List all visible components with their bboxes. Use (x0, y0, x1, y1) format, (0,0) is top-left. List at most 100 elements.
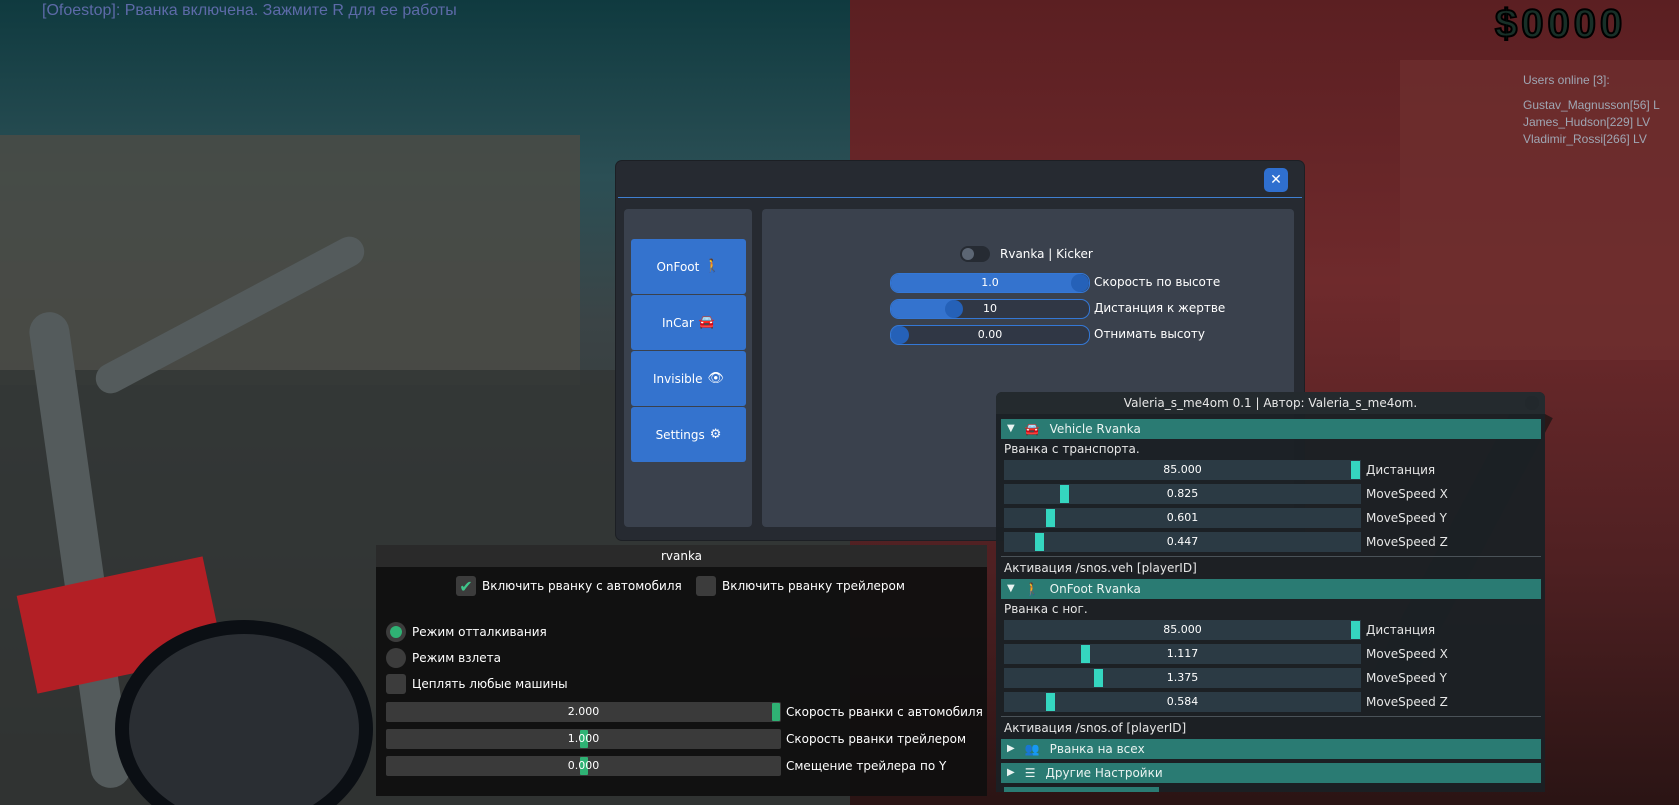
height-speed-slider[interactable]: 1.0 (890, 273, 1090, 293)
section-label: Другие Настройки (1045, 766, 1163, 780)
nav-incar-label: InCar (662, 315, 694, 330)
section-label: Рванка на всех (1049, 742, 1145, 756)
kicker-toggle-row: Rvanka | Kicker (960, 246, 1093, 262)
slider-label: Скорость рванки с автомобиля (786, 705, 983, 719)
users-online-title: Users online [3]: (1523, 73, 1610, 87)
users-online-list: Users online [3]: Gustav_Magnusson[56] L… (1523, 72, 1660, 148)
slider-label: MoveSpeed Z (1366, 535, 1448, 549)
slider-value: 0.584 (1166, 695, 1199, 708)
slider-value: 0.447 (1166, 535, 1199, 548)
vehicle-movespeed-z-slider[interactable]: 0.447 (1004, 532, 1361, 552)
onfoot-distance-slider[interactable]: 85.000 (1004, 620, 1361, 640)
walking-person-icon: 🚶 (1024, 582, 1040, 596)
slider-label: MoveSpeed X (1366, 647, 1448, 661)
takeoff-mode-radio-row[interactable]: Режим взлета (386, 648, 501, 668)
slider-value: 1.117 (1166, 647, 1199, 660)
slider-label: MoveSpeed Y (1366, 511, 1447, 525)
nav-settings-button[interactable]: Settings ⚙ (631, 407, 746, 462)
valeria-window: Valeria_s_me4om 0.1 | Автор: Valeria_s_m… (996, 392, 1545, 792)
rvanka-all-header[interactable]: ▶ 👥 Рванка на всех (1001, 739, 1541, 759)
slider-value: 1.000 (567, 732, 600, 745)
expanded-arrow-icon: ▼ (1007, 583, 1015, 594)
victim-distance-slider[interactable]: 10 (890, 299, 1090, 319)
slider-value: 2.000 (567, 705, 600, 718)
trailer-offset-y-slider[interactable]: 0.000 (386, 756, 781, 776)
valeria-title: Valeria_s_me4om 0.1 | Автор: Valeria_s_m… (996, 392, 1545, 414)
title-divider (618, 197, 1302, 198)
nav-panel: OnFoot 🚶 InCar 🚘 Invisible 👁 Settings ⚙ (624, 209, 752, 527)
nav-onfoot-label: OnFoot (656, 259, 700, 274)
user-entry: Gustav_Magnusson[56] L (1523, 98, 1660, 112)
kicker-toggle-label: Rvanka | Kicker (1000, 247, 1093, 261)
vehicle-movespeed-x-slider[interactable]: 0.825 (1004, 484, 1361, 504)
nav-invisible-button[interactable]: Invisible 👁 (631, 351, 746, 406)
section-label: OnFoot Rvanka (1049, 582, 1141, 596)
trailer-rvanka-speed-slider[interactable]: 1.000 (386, 729, 781, 749)
slider-label: Отнимать высоту (1094, 327, 1205, 341)
radio-label: Режим взлета (412, 651, 501, 665)
slider-value: 0.00 (977, 328, 1003, 341)
section-subtitle: Рванка с транспорта. (1004, 442, 1140, 456)
toggle-knob (962, 248, 974, 260)
push-mode-radio-row[interactable]: Режим отталкивания (386, 622, 547, 642)
other-settings-header[interactable]: ▶ ☰ Другие Настройки (1001, 763, 1541, 783)
close-button[interactable]: ✕ (1264, 168, 1288, 192)
onfoot-movespeed-x-slider[interactable]: 1.117 (1004, 644, 1361, 664)
any-cars-checkbox-row[interactable]: Цеплять любые машины (386, 674, 568, 694)
slider-value: 85.000 (1163, 623, 1202, 636)
slider-value: 0.000 (567, 759, 600, 772)
onfoot-rvanka-header[interactable]: ▼ 🚶 OnFoot Rvanka (1001, 579, 1541, 599)
nav-settings-label: Settings (655, 427, 705, 442)
nav-incar-button[interactable]: InCar 🚘 (631, 295, 746, 350)
slider-label: Смещение трейлера по Y (786, 759, 947, 773)
window-close-button[interactable] (1525, 396, 1539, 410)
nav-onfoot-button[interactable]: OnFoot 🚶 (631, 239, 746, 294)
activation-command: Активация /snos.veh [playerID] (1004, 561, 1197, 575)
kicker-toggle[interactable] (960, 246, 990, 262)
user-entry: James_Hudson[229] LV (1523, 115, 1651, 129)
divider (1001, 716, 1541, 717)
trailer-rvanka-checkbox[interactable] (696, 576, 716, 596)
checkbox-label: Включить рванку трейлером (722, 579, 905, 593)
slider-value: 85.000 (1163, 463, 1202, 476)
slider-value: 1.375 (1166, 671, 1199, 684)
vehicle-rvanka-checkbox-row[interactable]: ✔ Включить рванку с автомобиля (456, 576, 682, 596)
onfoot-movespeed-z-slider[interactable]: 0.584 (1004, 692, 1361, 712)
onfoot-movespeed-y-slider[interactable]: 1.375 (1004, 668, 1361, 688)
slider-value: 10 (983, 302, 997, 315)
car-icon: 🚘 (1024, 422, 1040, 436)
vehicle-movespeed-y-slider[interactable]: 0.601 (1004, 508, 1361, 528)
rvanka-window: rvanka ✔ Включить рванку с автомобиля Вк… (376, 545, 987, 796)
vehicle-rvanka-checkbox[interactable]: ✔ (456, 576, 476, 596)
slider-label: MoveSpeed Y (1366, 671, 1447, 685)
nav-invisible-label: Invisible (652, 371, 703, 386)
scrollbar-hint (1004, 787, 1159, 792)
slider-label: MoveSpeed Z (1366, 695, 1448, 709)
any-cars-checkbox[interactable] (386, 674, 406, 694)
money-display: $0000 (1494, 1, 1627, 47)
takeoff-mode-radio[interactable] (386, 648, 406, 668)
gear-icon: ⚙ (709, 427, 722, 442)
list-icon: ☰ (1024, 766, 1036, 780)
collapsed-arrow-icon: ▶ (1007, 743, 1015, 754)
push-mode-radio[interactable] (386, 622, 406, 642)
check-icon: ✔ (459, 576, 473, 596)
slider-value: 0.601 (1166, 511, 1199, 524)
slider-label: Дистанция (1366, 623, 1436, 637)
checkbox-label: Цеплять любые машины (412, 677, 568, 691)
users-icon: 👥 (1024, 742, 1040, 756)
subtract-height-slider[interactable]: 0.00 (890, 325, 1090, 345)
user-entry: Vladimir_Rossi[266] LV (1523, 132, 1647, 146)
vehicle-rvanka-header[interactable]: ▼ 🚘 Vehicle Rvanka (1001, 419, 1541, 439)
car-icon: 🚘 (698, 315, 715, 330)
collapsed-arrow-icon: ▶ (1007, 767, 1015, 778)
chat-message: [Ofoestop]: Рванка включена. Зажмите R д… (42, 2, 457, 19)
slider-label: Скорость рванки трейлером (786, 732, 967, 746)
trailer-rvanka-checkbox-row[interactable]: Включить рванку трейлером (696, 576, 905, 596)
slider-label: Дистанция к жертве (1094, 301, 1226, 315)
car-rvanka-speed-slider[interactable]: 2.000 (386, 702, 781, 722)
eye-slash-icon: 👁 (707, 371, 724, 386)
vehicle-distance-slider[interactable]: 85.000 (1004, 460, 1361, 480)
slider-value: 0.825 (1166, 487, 1199, 500)
slider-label: Скорость по высоте (1094, 275, 1221, 289)
